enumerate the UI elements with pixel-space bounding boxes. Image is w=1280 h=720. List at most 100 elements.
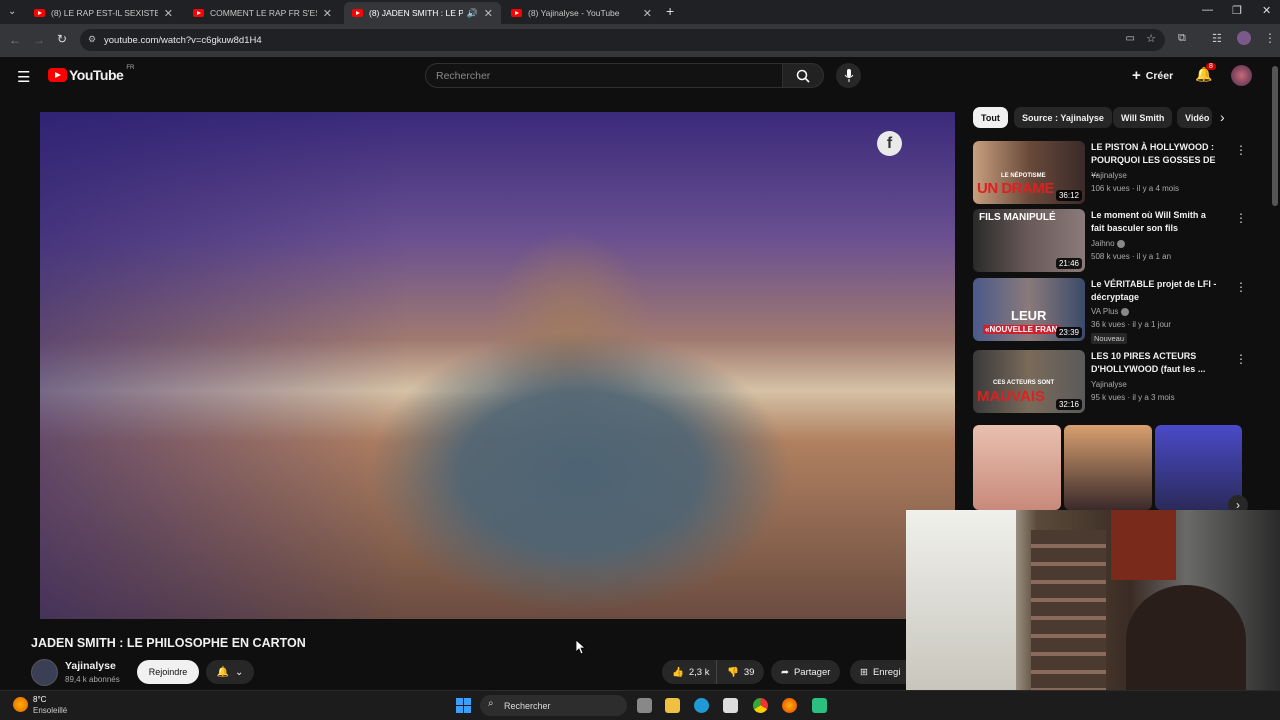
short-thumbnail[interactable] — [973, 425, 1061, 510]
video-title[interactable]: LES 10 PIRES ACTEURS D'HOLLYWOOD (faut l… — [1091, 350, 1219, 376]
recommendation-item[interactable]: CES ACTEURS SONT MAUVAIS 32:16 LES 10 PI… — [973, 350, 1247, 414]
browser-menu-icon[interactable]: ⋮ — [1264, 31, 1276, 45]
firefox-icon[interactable] — [782, 698, 797, 713]
taskbar-search[interactable]: ⌕ Rechercher — [480, 695, 627, 716]
channel-name[interactable]: Yajinalyse — [1091, 380, 1127, 389]
chip-will-smith[interactable]: Will Smith — [1113, 107, 1173, 128]
video-duration: 21:46 — [1055, 258, 1082, 269]
chips-next-icon[interactable]: › — [1220, 109, 1225, 125]
edge-icon[interactable] — [694, 698, 709, 713]
short-thumbnail[interactable] — [1155, 425, 1242, 510]
share-button[interactable]: ➦ Partager — [771, 660, 841, 684]
tab-close-icon[interactable]: ✕ — [484, 7, 493, 20]
subscription-bell-button[interactable]: 🔔 ⌄ — [206, 660, 254, 684]
save-label: Enregi — [872, 666, 901, 678]
tab-close-icon[interactable]: ✕ — [643, 7, 652, 20]
thumbnail-text: UN DRAME — [977, 180, 1054, 197]
install-app-icon[interactable]: ▭ — [1126, 33, 1135, 44]
verified-icon — [1120, 307, 1129, 316]
search-button[interactable] — [782, 63, 824, 88]
video-title[interactable]: Le moment où Will Smith a fait basculer … — [1091, 209, 1219, 235]
chip-all[interactable]: Tout — [973, 107, 1008, 128]
page-scrollbar[interactable] — [1272, 66, 1278, 206]
file-explorer-icon[interactable] — [665, 698, 680, 713]
minimize-button[interactable]: — — [1202, 4, 1213, 16]
notifications-button[interactable]: 🔔 8 — [1195, 63, 1216, 84]
channel-name[interactable]: Jaihno — [1091, 239, 1125, 248]
url-field[interactable]: ⚙ youtube.com/watch?v=c6gkuw8d1H4 ▭ ☆ — [80, 29, 1165, 51]
tab-list-icon[interactable]: ⌄ — [8, 6, 16, 17]
video-thumbnail[interactable]: LE NÉPOTISME UN DRAME 36:12 — [973, 141, 1085, 204]
profile-icon[interactable] — [1237, 31, 1251, 45]
more-options-icon[interactable]: ⋮ — [1235, 280, 1247, 294]
forward-icon[interactable]: → — [33, 33, 45, 47]
channel-name-text: VA Plus — [1091, 307, 1119, 316]
tab-close-icon[interactable]: ✕ — [323, 7, 332, 20]
account-avatar[interactable] — [1231, 65, 1252, 86]
tab-3-active[interactable]: (8) JADEN SMITH : LE PHILO 🔊 ✕ — [344, 2, 501, 24]
video-player[interactable] — [40, 112, 955, 619]
dislike-button[interactable]: 👎 39 — [716, 660, 765, 684]
voice-search-button[interactable] — [836, 63, 861, 88]
side-panel-icon[interactable]: ☷ — [1212, 32, 1222, 45]
create-button[interactable]: + Créer — [1132, 67, 1173, 84]
join-button[interactable]: Rejoindre — [137, 660, 199, 684]
hamburger-menu-icon[interactable]: ☰ — [17, 68, 30, 86]
video-duration: 36:12 — [1055, 190, 1082, 201]
more-options-icon[interactable]: ⋮ — [1235, 143, 1247, 157]
thumbnail-text: LEUR — [1011, 308, 1047, 323]
bookshelf — [1031, 530, 1106, 690]
maximize-button[interactable]: ❐ — [1232, 4, 1242, 17]
youtube-play-icon — [48, 68, 67, 82]
task-view-icon[interactable] — [637, 698, 652, 713]
weather-label: Ensoleillé — [33, 706, 68, 715]
app-icon[interactable] — [812, 698, 827, 713]
video-thumbnail[interactable]: FILS MANIPULÉ 21:46 — [973, 209, 1085, 272]
audio-playing-icon[interactable]: 🔊 — [467, 8, 478, 19]
recommendation-item[interactable]: FILS MANIPULÉ 21:46 Le moment où Will Sm… — [973, 209, 1247, 273]
channel-avatar[interactable] — [31, 659, 58, 686]
close-window-button[interactable]: ✕ — [1262, 4, 1271, 17]
tab-close-icon[interactable]: ✕ — [164, 7, 173, 20]
youtube-logo[interactable]: YouTube FR — [48, 65, 135, 83]
chrome-icon[interactable] — [753, 698, 768, 713]
reload-icon[interactable]: ↻ — [57, 32, 67, 46]
new-tab-button[interactable]: + — [666, 3, 674, 19]
site-info-icon[interactable]: ⚙ — [88, 34, 96, 45]
back-icon[interactable]: ← — [9, 33, 21, 47]
chip-source[interactable]: Source : Yajinalyse — [1014, 107, 1112, 128]
bookmark-star-icon[interactable]: ☆ — [1146, 32, 1156, 45]
store-icon[interactable] — [723, 698, 738, 713]
video-thumbnail[interactable]: CES ACTEURS SONT MAUVAIS 32:16 — [973, 350, 1085, 413]
video-title[interactable]: Le VÉRITABLE projet de LFI - décryptage — [1091, 278, 1219, 304]
subscriber-count: 89,4 k abonnés — [65, 675, 120, 684]
region-code: FR — [126, 65, 135, 71]
channel-name[interactable]: Yajinalyse — [1091, 171, 1127, 180]
tab-1[interactable]: (8) LE RAP EST-IL SEXISTE ? (4 P ✕ — [26, 2, 181, 24]
save-button[interactable]: ⊞ Enregi — [850, 660, 906, 684]
search-input[interactable]: Rechercher — [425, 63, 783, 88]
windows-start-icon[interactable] — [456, 698, 471, 713]
tab-4[interactable]: (8) Yajinalyse - YouTube ✕ — [503, 2, 660, 24]
channel-name[interactable]: VA Plus — [1091, 307, 1129, 316]
more-options-icon[interactable]: ⋮ — [1235, 352, 1247, 366]
search-icon: ⌕ — [488, 698, 494, 709]
thumbnail-caption: LE NÉPOTISME — [1001, 173, 1046, 179]
recommendation-item[interactable]: LEUR «NOUVELLE FRAN 23:39 Le VÉRITABLE p… — [973, 278, 1247, 344]
chip-video[interactable]: Vidéo — [1177, 107, 1212, 128]
recommendation-item[interactable]: LE NÉPOTISME UN DRAME 36:12 LE PISTON À … — [973, 141, 1247, 205]
video-title: JADEN SMITH : LE PHILOSOPHE EN CARTON — [31, 636, 306, 650]
create-label: Créer — [1145, 69, 1174, 82]
facebook-icon[interactable]: f — [877, 131, 902, 156]
more-options-icon[interactable]: ⋮ — [1235, 211, 1247, 225]
video-thumbnail[interactable]: LEUR «NOUVELLE FRAN 23:39 — [973, 278, 1085, 341]
tab-title: (8) JADEN SMITH : LE PHILO — [369, 8, 463, 18]
taskbar: 8°C Ensoleillé ⌕ Rechercher — [0, 690, 1280, 720]
like-button[interactable]: 👍 2,3 k — [662, 660, 720, 684]
short-thumbnail[interactable] — [1064, 425, 1152, 510]
weather-icon — [13, 697, 28, 712]
extensions-icon[interactable]: ⧉ — [1178, 32, 1186, 45]
tab-2[interactable]: COMMENT LE RAP FR S'EST DÉ ✕ — [185, 2, 340, 24]
channel-name[interactable]: Yajinalyse — [65, 660, 116, 672]
video-meta: 508 k vues · il y a 1 an — [1091, 252, 1172, 261]
